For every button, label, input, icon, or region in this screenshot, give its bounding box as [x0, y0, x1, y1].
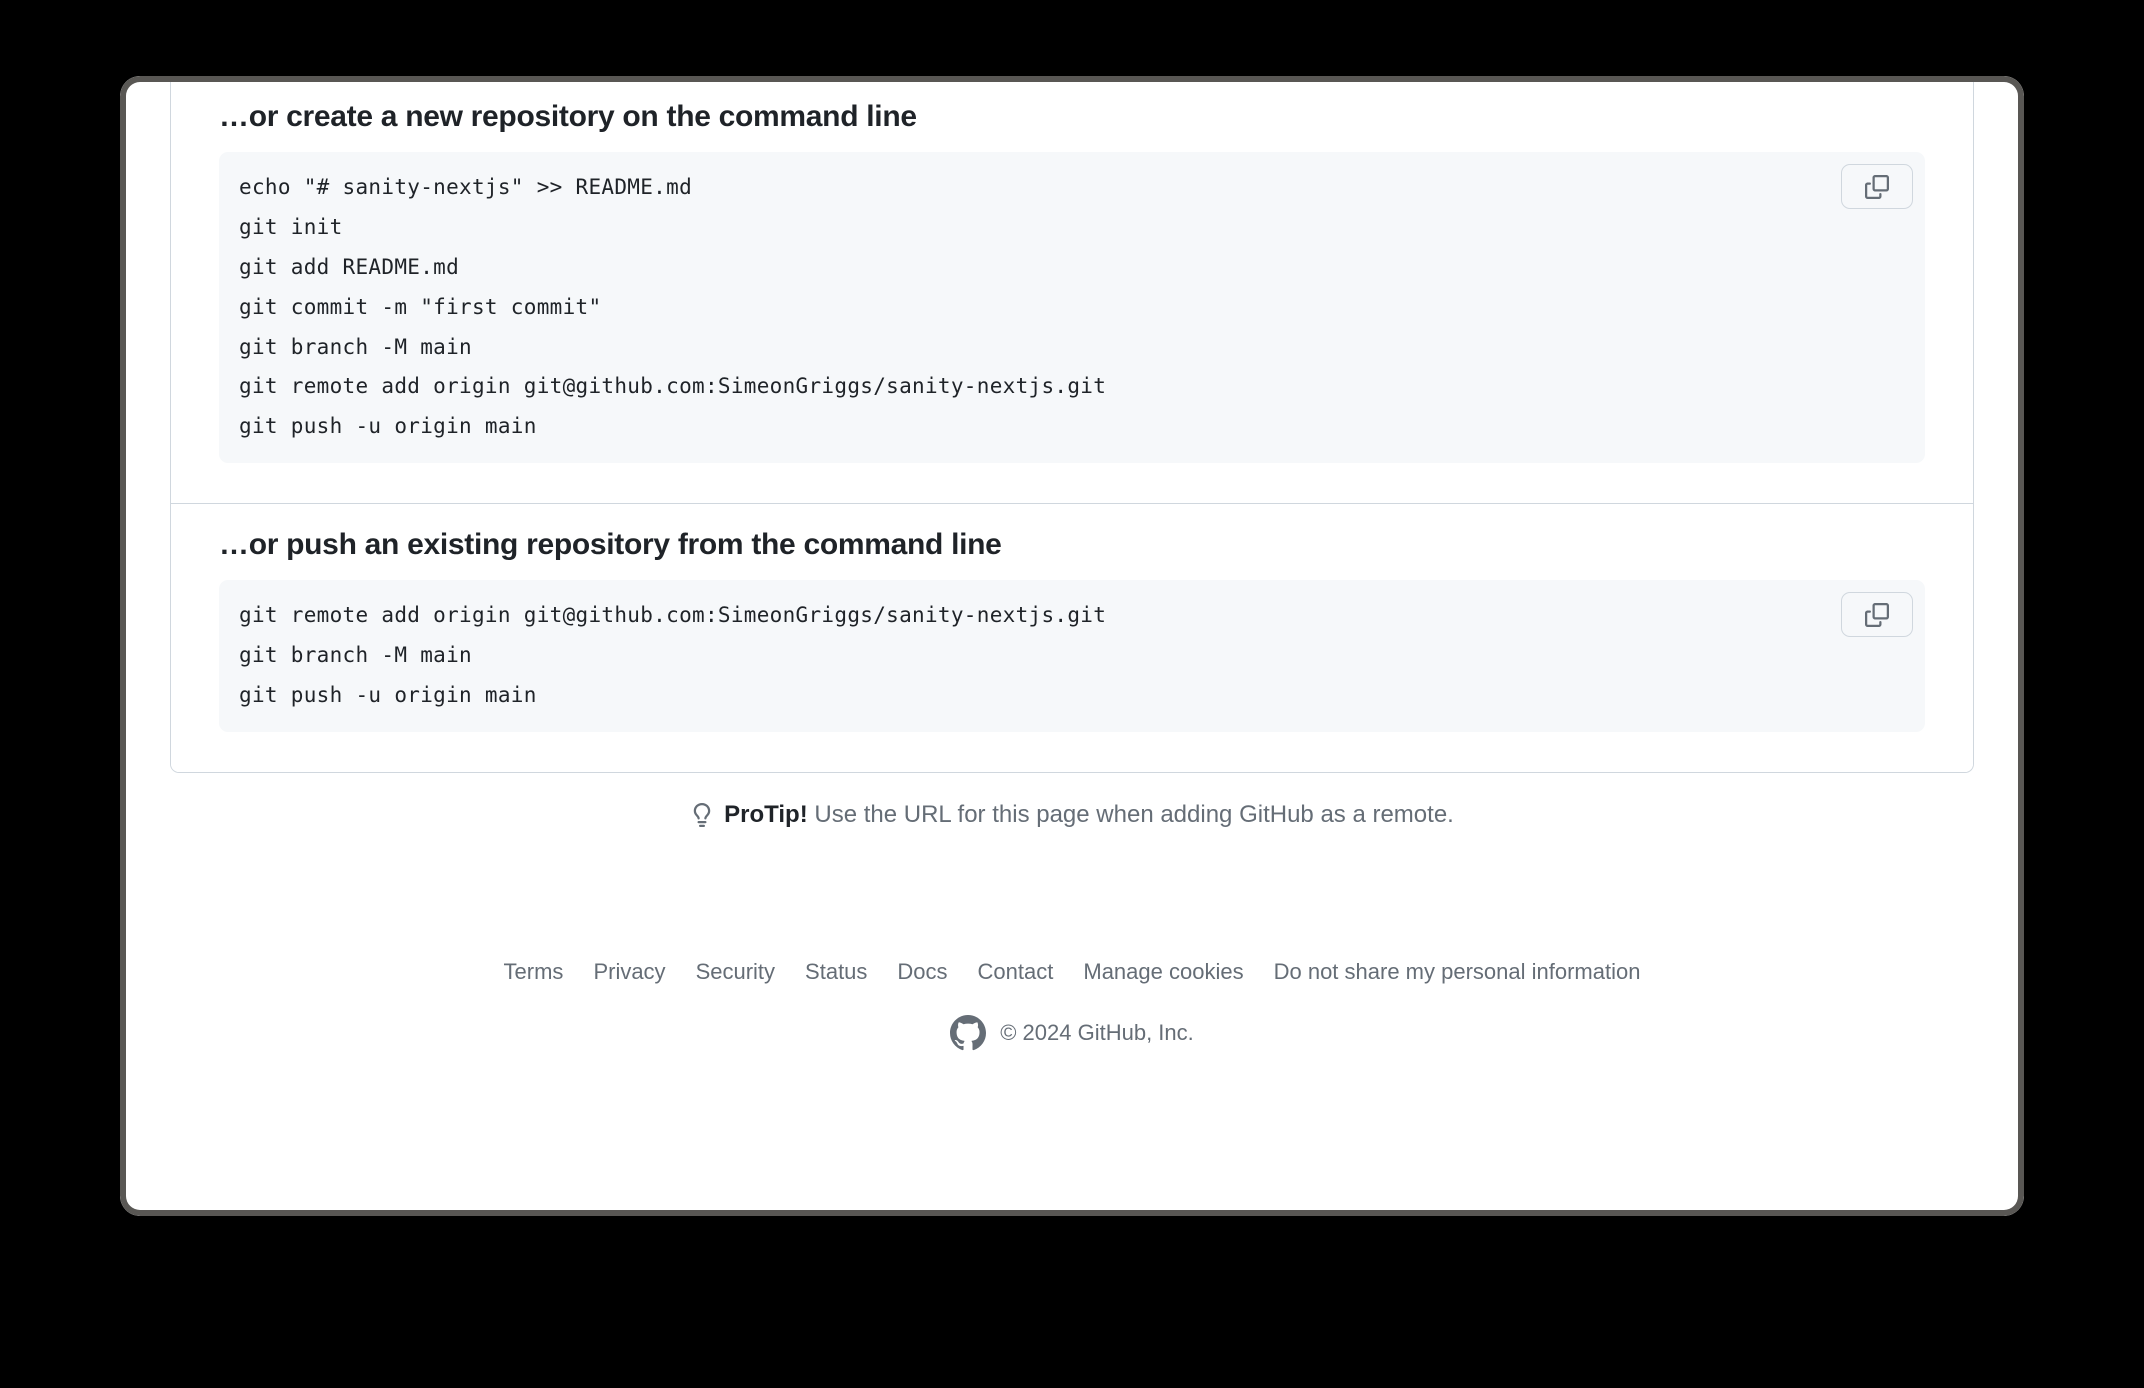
instructions-container: …or create a new repository on the comma… [170, 76, 1974, 773]
push-repo-code-block: git remote add origin git@github.com:Sim… [219, 580, 1925, 732]
protip-message: Use the URL for this page when adding Gi… [814, 801, 1453, 828]
footer-link-security[interactable]: Security [696, 959, 775, 985]
copy-push-button[interactable] [1841, 592, 1913, 637]
app-window: …or create a new repository on the comma… [120, 76, 2024, 1216]
footer-link-status[interactable]: Status [805, 959, 867, 985]
copy-icon [1865, 175, 1889, 199]
footer-link-privacy[interactable]: Privacy [593, 959, 665, 985]
copy-create-button[interactable] [1841, 164, 1913, 209]
footer-link-docs[interactable]: Docs [897, 959, 947, 985]
lightbulb-icon [690, 803, 714, 827]
push-repo-heading: …or push an existing repository from the… [219, 528, 1925, 562]
create-repo-section: …or create a new repository on the comma… [171, 76, 1973, 503]
protip-label: ProTip! [724, 801, 808, 828]
footer-link-terms[interactable]: Terms [504, 959, 564, 985]
footer-link-contact[interactable]: Contact [978, 959, 1054, 985]
create-repo-heading: …or create a new repository on the comma… [219, 100, 1925, 134]
copyright-text: © 2024 GitHub, Inc. [1000, 1020, 1194, 1046]
create-repo-code: echo "# sanity-nextjs" >> README.md git … [239, 168, 1905, 447]
footer-links: Terms Privacy Security Status Docs Conta… [120, 959, 2024, 985]
github-logo-icon [950, 1015, 986, 1051]
push-repo-code: git remote add origin git@github.com:Sim… [239, 596, 1905, 716]
footer-link-personal-info[interactable]: Do not share my personal information [1274, 959, 1641, 985]
footer-link-cookies[interactable]: Manage cookies [1083, 959, 1243, 985]
footer-copyright-row: © 2024 GitHub, Inc. [120, 1015, 2024, 1051]
footer: Terms Privacy Security Status Docs Conta… [120, 959, 2024, 1051]
main-content: …or create a new repository on the comma… [120, 76, 2024, 1216]
create-repo-code-block: echo "# sanity-nextjs" >> README.md git … [219, 152, 1925, 463]
push-repo-section: …or push an existing repository from the… [171, 503, 1973, 772]
protip-row: ProTip! Use the URL for this page when a… [120, 801, 2024, 829]
protip-text: ProTip! Use the URL for this page when a… [724, 801, 1454, 829]
copy-icon [1865, 603, 1889, 627]
